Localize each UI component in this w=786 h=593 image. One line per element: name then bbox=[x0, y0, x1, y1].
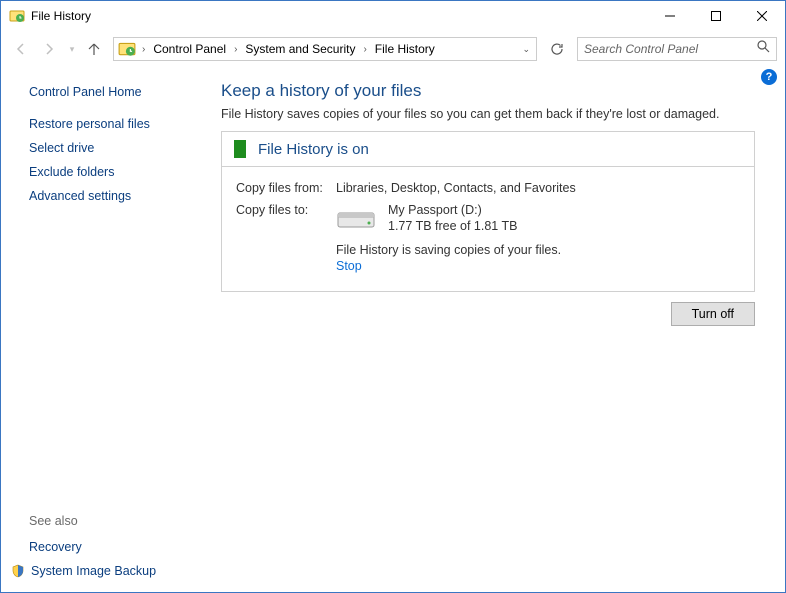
sidebar: Control Panel Home Restore personal file… bbox=[1, 67, 211, 592]
back-button[interactable] bbox=[9, 37, 33, 61]
status-title: File History is on bbox=[258, 141, 369, 158]
recovery-link[interactable]: Recovery bbox=[29, 540, 197, 554]
copy-from-label: Copy files from: bbox=[236, 181, 336, 195]
forward-button[interactable] bbox=[37, 37, 61, 61]
status-indicator bbox=[234, 140, 246, 158]
up-button[interactable] bbox=[83, 38, 105, 60]
page-subheading: File History saves copies of your files … bbox=[221, 107, 755, 121]
chevron-right-icon[interactable]: › bbox=[230, 44, 241, 55]
drive-icon bbox=[336, 205, 376, 231]
stop-link[interactable]: Stop bbox=[336, 259, 362, 273]
status-header: File History is on bbox=[222, 132, 754, 167]
control-panel-home-link[interactable]: Control Panel Home bbox=[29, 85, 197, 99]
breadcrumb-bar[interactable]: › Control Panel › System and Security › … bbox=[113, 37, 537, 61]
app-icon bbox=[9, 8, 25, 24]
chevron-right-icon[interactable]: › bbox=[138, 44, 149, 55]
chevron-right-icon[interactable]: › bbox=[359, 44, 370, 55]
minimize-button[interactable] bbox=[647, 1, 693, 31]
breadcrumb-item[interactable]: File History bbox=[371, 38, 439, 60]
saving-message: File History is saving copies of your fi… bbox=[336, 243, 740, 257]
help-icon[interactable]: ? bbox=[761, 69, 777, 85]
select-drive-link[interactable]: Select drive bbox=[29, 141, 197, 155]
window-controls bbox=[647, 1, 785, 31]
copy-from-value: Libraries, Desktop, Contacts, and Favori… bbox=[336, 181, 576, 195]
refresh-button[interactable] bbox=[545, 37, 569, 61]
recent-locations-dropdown[interactable]: ▾ bbox=[65, 44, 79, 55]
exclude-folders-link[interactable]: Exclude folders bbox=[29, 165, 197, 179]
search-icon bbox=[757, 40, 770, 58]
page-heading: Keep a history of your files bbox=[221, 81, 755, 101]
copy-to-label: Copy files to: bbox=[236, 203, 336, 235]
restore-files-link[interactable]: Restore personal files bbox=[29, 117, 197, 131]
search-input[interactable] bbox=[584, 42, 757, 56]
turn-off-button[interactable]: Turn off bbox=[671, 302, 755, 326]
system-image-backup-link[interactable]: System Image Backup bbox=[31, 564, 156, 578]
main-content: ? Keep a history of your files File Hist… bbox=[211, 67, 785, 592]
search-box[interactable] bbox=[577, 37, 777, 61]
advanced-settings-link[interactable]: Advanced settings bbox=[29, 189, 197, 203]
titlebar: File History bbox=[1, 1, 785, 31]
breadcrumb-icon bbox=[118, 40, 136, 58]
maximize-button[interactable] bbox=[693, 1, 739, 31]
navbar: ▾ › Control Panel › System and Security … bbox=[1, 31, 785, 67]
drive-name: My Passport (D:) bbox=[388, 203, 517, 217]
breadcrumb-item[interactable]: System and Security bbox=[241, 38, 359, 60]
breadcrumb-item[interactable]: Control Panel bbox=[149, 38, 230, 60]
close-button[interactable] bbox=[739, 1, 785, 31]
see-also-label: See also bbox=[29, 514, 197, 528]
breadcrumb-dropdown[interactable]: ⌄ bbox=[522, 44, 530, 55]
shield-icon bbox=[11, 564, 25, 578]
status-box: File History is on Copy files from: Libr… bbox=[221, 131, 755, 292]
drive-free-space: 1.77 TB free of 1.81 TB bbox=[388, 219, 517, 233]
window-title: File History bbox=[31, 9, 647, 23]
